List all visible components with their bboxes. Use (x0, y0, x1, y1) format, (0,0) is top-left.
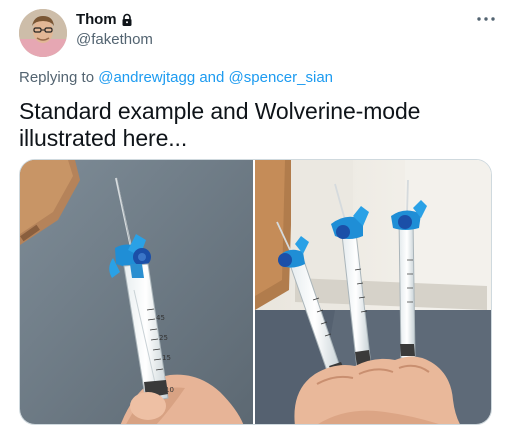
replying-to: Replying to @andrewjtagg and @spencer_si… (19, 69, 333, 86)
handle[interactable]: @fakethom (76, 31, 153, 48)
author-name-row: Thom (76, 11, 134, 28)
lock-icon (120, 13, 134, 27)
tweet-text: Standard example and Wolverine-mode illu… (19, 98, 421, 151)
avatar[interactable] (19, 9, 67, 57)
syringe-mark: 25 (159, 334, 168, 342)
display-name[interactable]: Thom (76, 11, 117, 28)
reply-to-link-2[interactable]: @spencer_sian (229, 69, 333, 86)
tweet: Thom @fakethom Replying to @andrewjtagg … (0, 0, 512, 435)
avatar-image (19, 9, 67, 57)
reply-conjunction: and (199, 69, 225, 86)
syringe-mark: 15 (162, 354, 171, 362)
replying-prefix: Replying to (19, 69, 95, 86)
reply-to-link-1[interactable]: @andrewjtagg (98, 69, 195, 86)
photo-wolverine-mode[interactable] (255, 160, 491, 424)
media-grid: 45 25 15 10 (19, 159, 492, 425)
photo-standard-example[interactable]: 45 25 15 10 (20, 160, 253, 424)
syringe-mark: 45 (156, 314, 165, 322)
more-icon[interactable] (475, 11, 497, 27)
